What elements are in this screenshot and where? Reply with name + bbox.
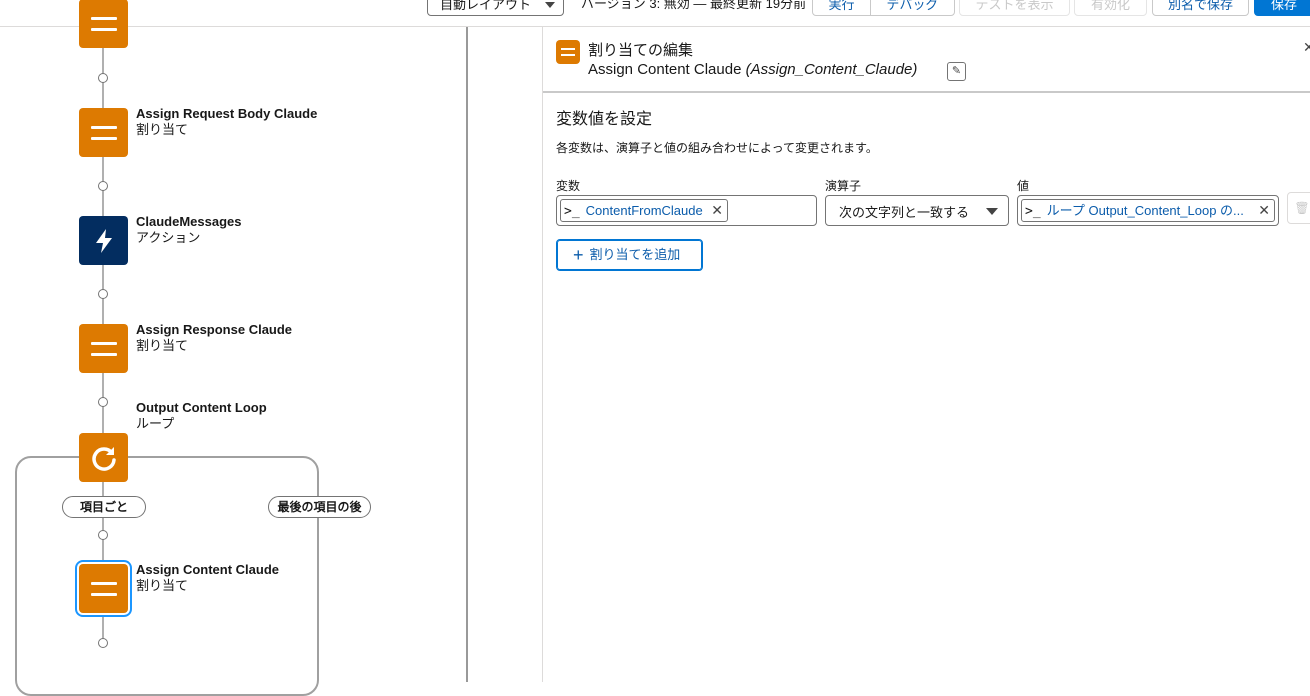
assignment-icon [90,341,117,356]
panel-element-name: Assign Content Claude (Assign_Content_Cl… [588,61,917,78]
view-tests-button[interactable]: テストを表示 [959,0,1070,16]
node-assign-content-claude[interactable] [79,564,128,613]
node-label: Output Content Loop ループ [136,400,267,432]
node-assign-request-body-claude[interactable] [79,108,128,157]
lightning-icon [95,228,112,253]
remove-icon[interactable]: ✕ [711,200,723,221]
connector-dot[interactable] [98,638,108,648]
node-label: Assign Content Claude 割り当て [136,562,279,594]
node-type: 割り当て [136,578,189,593]
layout-select-value: 自動レイアウト [440,0,532,12]
loop-icon [91,446,116,471]
value-label: 値 [1017,179,1030,193]
variable-pill[interactable]: >_ ContentFromClaude ✕ [560,199,728,222]
node-label: ClaudeMessages アクション [136,214,242,246]
section-description: 各変数は、演算子と値の組み合わせによって変更されます。 [556,141,878,155]
node-title: ClaudeMessages [136,214,242,229]
version-status: バージョン 3: 無効 — 最終更新 19分前 [581,0,807,11]
variable-pill-text: ContentFromClaude [585,203,703,218]
assignment-icon [556,40,580,64]
node-output-content-loop[interactable] [79,433,128,482]
node-type: アクション [136,230,201,245]
node-type: 割り当て [136,122,189,137]
variable-icon: >_ [564,204,580,219]
debug-button[interactable]: デバッグ [870,0,955,16]
connector-dot[interactable] [98,289,108,299]
remove-icon[interactable]: ✕ [1258,200,1270,221]
loop-for-each-label: 項目ごと [62,496,146,518]
node-type: ループ [136,416,175,431]
value-field[interactable]: >_ ループ Output_Content_Loop の... ✕ [1017,195,1279,226]
property-editor-panel: 割り当ての編集 Assign Content Claude (Assign_Co… [542,27,1310,682]
connector-dot[interactable] [98,73,108,83]
element-label: Assign Content Claude [588,61,742,78]
node-title: Output Content Loop [136,400,267,415]
variable-icon: >_ [1025,204,1041,219]
section-title: 変数値を設定 [556,111,653,128]
flow-canvas[interactable]: Assign Request Body Claude 割り当て ClaudeMe… [0,0,466,696]
node-label: Assign Request Body Claude 割り当て [136,106,317,138]
add-assignment-label: 割り当てを追加 [589,247,681,262]
assignment-icon [90,16,117,31]
save-button[interactable]: 保存 [1254,0,1310,16]
layout-select[interactable]: 自動レイアウト [427,0,564,16]
close-icon[interactable]: ✕ [1303,39,1310,56]
canvas-panel-divider[interactable] [466,27,468,682]
plus-icon: + [573,245,584,265]
toolbar: 自動レイアウト バージョン 3: 無効 — 最終更新 19分前 実行 デバッグ … [0,0,1310,27]
panel-header: 割り当ての編集 Assign Content Claude (Assign_Co… [543,27,1310,93]
chevron-down-icon [545,2,555,8]
assignment-node-partial[interactable] [79,0,128,48]
run-button[interactable]: 実行 [812,0,871,16]
assignment-icon [90,125,117,140]
node-assign-response-claude[interactable] [79,324,128,373]
value-pill[interactable]: >_ ループ Output_Content_Loop の... ✕ [1021,199,1275,222]
delete-icon[interactable]: 🗑 [1287,192,1310,224]
node-claude-messages[interactable] [79,216,128,265]
panel-element-type: 割り当ての編集 [588,42,694,59]
chevron-down-icon [986,208,998,215]
connector-dot[interactable] [98,397,108,407]
node-label: Assign Response Claude 割り当て [136,322,292,354]
operator-label: 演算子 [825,179,862,193]
save-as-button[interactable]: 別名で保存 [1152,0,1249,16]
variable-field[interactable]: >_ ContentFromClaude ✕ [556,195,817,226]
operator-select[interactable]: 次の文字列と一致する [825,195,1009,226]
loop-after-last-label: 最後の項目の後 [268,496,371,518]
add-assignment-button[interactable]: + 割り当てを追加 [556,239,703,271]
variable-label: 変数 [556,179,581,193]
node-type: 割り当て [136,338,189,353]
node-title: Assign Request Body Claude [136,106,318,121]
value-pill-text: ループ Output_Content_Loop の... [1046,203,1244,218]
element-api-name: (Assign_Content_Claude) [745,61,918,78]
node-title: Assign Response Claude [136,322,293,337]
connector-dot[interactable] [98,181,108,191]
assignment-icon [90,581,117,596]
operator-select-value: 次の文字列と一致する [839,205,970,220]
node-title: Assign Content Claude [136,562,280,577]
edit-pencil-icon[interactable]: ✎ [947,62,966,81]
activate-button[interactable]: 有効化 [1074,0,1147,16]
connector-dot[interactable] [98,530,108,540]
